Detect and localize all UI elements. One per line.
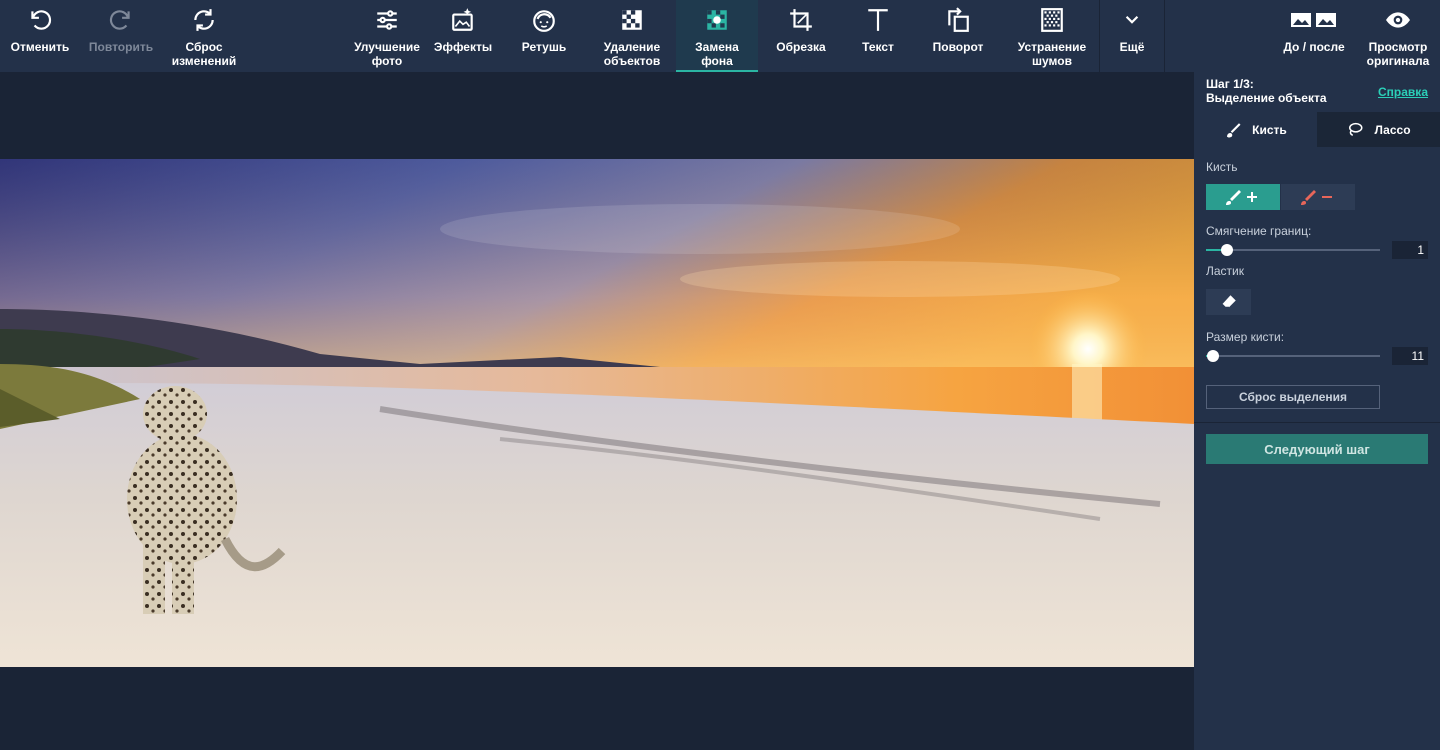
rotate-label: Поворот xyxy=(932,40,984,54)
denoise-button[interactable]: Устранение шумов xyxy=(1006,0,1098,72)
effects-label: Эффекты xyxy=(433,40,493,54)
before-after-label: До / после xyxy=(1283,40,1345,54)
toolbar-divider xyxy=(1164,0,1165,72)
reset-icon xyxy=(194,9,214,31)
feather-value-input[interactable]: 1 xyxy=(1392,241,1428,259)
more-button[interactable]: Ещё xyxy=(1100,0,1164,72)
undo-icon xyxy=(31,10,52,30)
remove-objects-icon xyxy=(622,10,642,30)
brush-size-slider-handle[interactable] xyxy=(1206,350,1219,362)
denoise-label: Устранение шумов xyxy=(1017,40,1087,68)
reset-changes-button[interactable]: Сброс изменений xyxy=(162,0,246,72)
right-panel: Шаг 1/3: Выделение объекта Справка Кисть… xyxy=(1194,72,1440,750)
tab-lasso[interactable]: Лассо xyxy=(1317,112,1440,147)
effects-icon xyxy=(452,8,473,31)
brush-size-slider[interactable] xyxy=(1206,349,1380,363)
lasso-icon xyxy=(1349,122,1363,136)
redo-label: Повторить xyxy=(88,40,154,54)
feather-slider-handle[interactable] xyxy=(1220,244,1233,256)
replace-background-button[interactable]: Замена фона xyxy=(676,0,758,72)
reset-selection-button[interactable]: Сброс выделения xyxy=(1206,385,1380,409)
redo-button[interactable]: Повторить xyxy=(80,0,162,72)
redo-icon xyxy=(109,10,130,30)
undo-button[interactable]: Отменить xyxy=(0,0,80,72)
step-title: Шаг 1/3: Выделение объекта xyxy=(1206,77,1327,105)
brush-icon xyxy=(1227,122,1241,137)
eraser-button[interactable] xyxy=(1206,289,1251,315)
crop-button[interactable]: Обрезка xyxy=(762,0,840,72)
chevron-down-icon xyxy=(1125,15,1139,24)
next-step-button[interactable]: Следующий шаг xyxy=(1206,434,1428,464)
undo-label: Отменить xyxy=(10,40,70,54)
crop-icon xyxy=(790,9,812,31)
brush-add-icon xyxy=(1226,190,1257,205)
top-toolbar: Отменить Повторить Сброс изменений Улучше… xyxy=(0,0,1440,72)
text-label: Текст xyxy=(862,40,894,54)
brush-section-label: Кисть xyxy=(1206,160,1238,174)
effects-button[interactable]: Эффекты xyxy=(426,0,500,72)
enhance-photo-label: Улучшение фото xyxy=(354,40,420,68)
rotate-button[interactable]: Поворот xyxy=(916,0,1000,72)
remove-objects-button[interactable]: Удаление объектов xyxy=(588,0,676,72)
reset-changes-label: Сброс изменений xyxy=(171,40,237,68)
retouch-icon xyxy=(533,10,555,32)
crop-label: Обрезка xyxy=(776,40,826,54)
before-after-icon xyxy=(1291,13,1336,27)
eraser-icon xyxy=(1221,295,1236,308)
photo-canvas[interactable] xyxy=(0,159,1194,667)
eye-icon xyxy=(1386,12,1410,28)
more-label: Ещё xyxy=(1119,40,1145,54)
help-link[interactable]: Справка xyxy=(1378,85,1428,99)
retouch-label: Ретушь xyxy=(521,40,567,54)
text-button[interactable]: Текст xyxy=(840,0,916,72)
retouch-button[interactable]: Ретушь xyxy=(500,0,588,72)
enhance-photo-button[interactable]: Улучшение фото xyxy=(348,0,426,72)
panel-divider xyxy=(1194,422,1440,423)
denoise-icon xyxy=(1041,8,1063,32)
enhance-icon xyxy=(377,10,397,30)
brush-remove-icon xyxy=(1301,190,1332,205)
tab-brush-label: Кисть xyxy=(1252,122,1287,137)
brush-size-slider-track xyxy=(1206,355,1380,357)
preview-original-label: Просмотр оригинала xyxy=(1366,40,1430,68)
before-after-button[interactable]: До / после xyxy=(1274,0,1354,72)
remove-objects-label: Удаление объектов xyxy=(603,40,661,68)
brush-size-value-input[interactable]: 11 xyxy=(1392,347,1428,365)
preview-original-button[interactable]: Просмотр оригинала xyxy=(1360,0,1436,72)
tab-lasso-label: Лассо xyxy=(1374,122,1411,137)
tab-brush[interactable]: Кисть xyxy=(1194,112,1317,147)
feather-label: Смягчение границ: xyxy=(1206,224,1312,238)
brush-remove-button[interactable] xyxy=(1281,184,1355,210)
replace-background-label: Замена фона xyxy=(695,40,739,68)
selection-tool-tabs: Кисть Лассо xyxy=(1194,112,1440,147)
brush-add-button[interactable] xyxy=(1206,184,1280,210)
rotate-icon xyxy=(948,7,969,32)
eraser-label: Ластик xyxy=(1206,264,1244,278)
replace-background-icon xyxy=(707,10,727,30)
beach-photo xyxy=(0,159,1194,667)
text-icon xyxy=(868,9,888,31)
feather-slider[interactable] xyxy=(1206,243,1380,257)
canvas-area[interactable] xyxy=(0,72,1194,750)
brush-size-label: Размер кисти: xyxy=(1206,330,1285,344)
